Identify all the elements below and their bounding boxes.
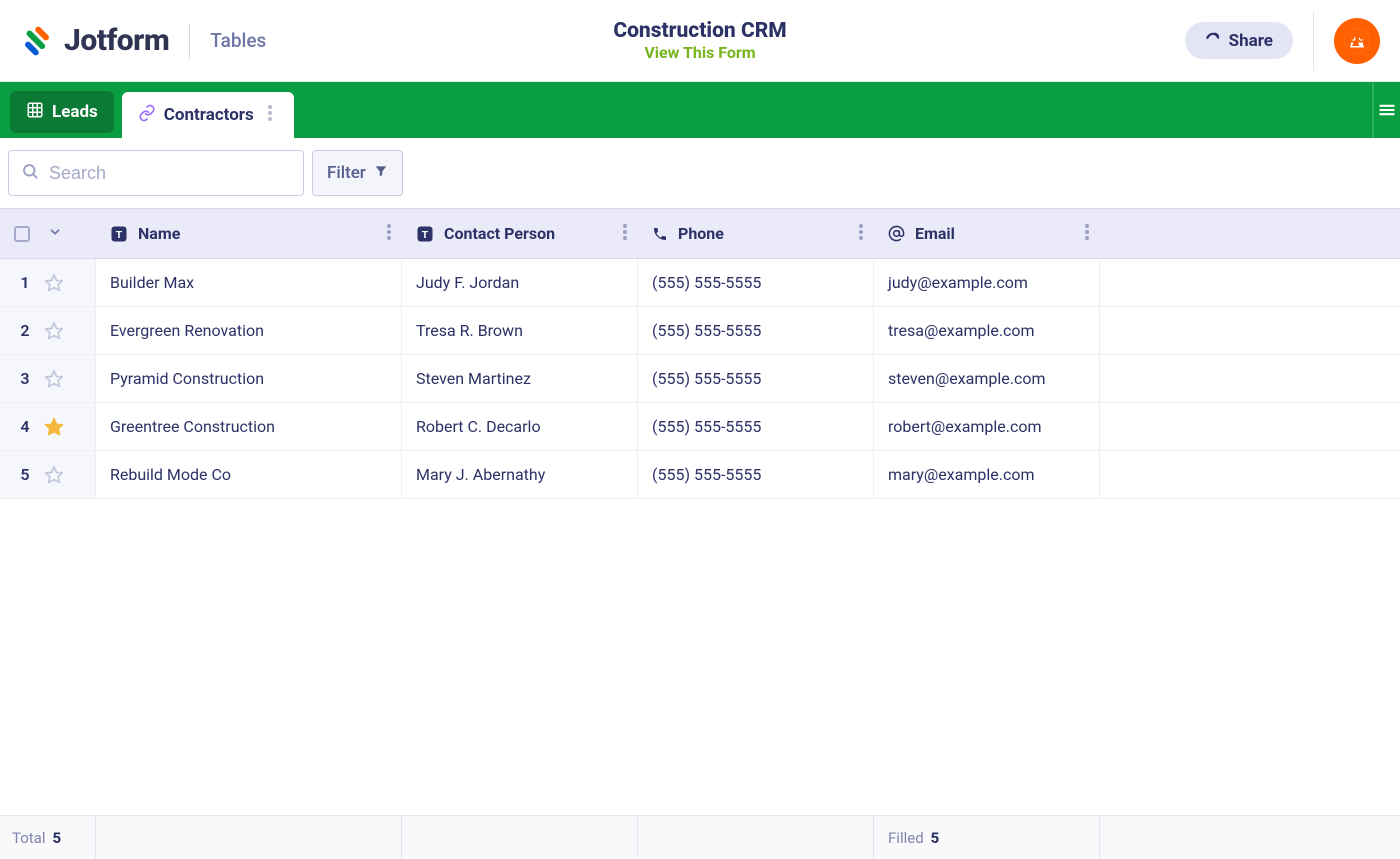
- row-number: 2: [18, 321, 32, 340]
- share-icon: [1205, 30, 1221, 51]
- table-row[interactable]: 5 Rebuild Mode CoMary J. Abernathy(555) 5…: [0, 451, 1400, 499]
- svg-text:T: T: [116, 228, 123, 240]
- column-header-phone[interactable]: Phone: [638, 209, 874, 258]
- footer-total: Total 5: [0, 816, 96, 859]
- tab-label: Contractors: [164, 105, 254, 125]
- cell-email[interactable]: steven@example.com: [874, 355, 1100, 402]
- jotform-logo-icon: [20, 24, 54, 58]
- data-table: T Name T Contact Person Phone Email: [0, 208, 1400, 499]
- column-more-icon[interactable]: [623, 224, 627, 244]
- tabs-bar: Leads Contractors: [0, 82, 1400, 138]
- phone-icon: [652, 226, 668, 242]
- star-icon[interactable]: [44, 273, 64, 293]
- tab-contractors[interactable]: Contractors: [122, 92, 294, 138]
- link-icon: [138, 104, 156, 127]
- cell-email[interactable]: tresa@example.com: [874, 307, 1100, 354]
- select-dropdown-icon[interactable]: [48, 224, 62, 243]
- filter-icon: [374, 163, 388, 183]
- cell-email[interactable]: judy@example.com: [874, 259, 1100, 306]
- table-row[interactable]: 1 Builder MaxJudy F. Jordan(555) 555-5555…: [0, 259, 1400, 307]
- table-row[interactable]: 4 Greentree ConstructionRobert C. Decarlo…: [0, 403, 1400, 451]
- row-number: 3: [18, 369, 32, 388]
- cell-contact[interactable]: Steven Martinez: [402, 355, 638, 402]
- brand-name: Jotform: [64, 23, 169, 58]
- page-title[interactable]: Construction CRM: [613, 19, 786, 43]
- cell-name[interactable]: Greentree Construction: [96, 403, 402, 450]
- text-type-icon: T: [110, 225, 128, 243]
- header-center: Construction CRM View This Form: [613, 19, 786, 62]
- toolbar: Filter: [0, 138, 1400, 208]
- filter-label: Filter: [327, 163, 366, 183]
- select-all-checkbox[interactable]: [14, 226, 30, 242]
- tab-more-icon[interactable]: [262, 105, 278, 126]
- cell-email[interactable]: mary@example.com: [874, 451, 1100, 498]
- column-more-icon[interactable]: [859, 224, 863, 244]
- cell-phone[interactable]: (555) 555-5555: [638, 307, 874, 354]
- cell-phone[interactable]: (555) 555-5555: [638, 451, 874, 498]
- text-type-icon: T: [416, 225, 434, 243]
- row-number: 1: [18, 273, 32, 292]
- view-form-link[interactable]: View This Form: [613, 43, 786, 62]
- grid-icon: [26, 101, 44, 124]
- star-icon[interactable]: [44, 369, 64, 389]
- app-header: Jotform Tables Construction CRM View Thi…: [0, 0, 1400, 82]
- row-number: 4: [18, 417, 32, 436]
- cell-phone[interactable]: (555) 555-5555: [638, 403, 874, 450]
- filter-button[interactable]: Filter: [312, 150, 403, 196]
- tab-label: Leads: [52, 102, 98, 122]
- section-label[interactable]: Tables: [210, 29, 266, 52]
- column-more-icon[interactable]: [387, 224, 391, 244]
- cell-name[interactable]: Builder Max: [96, 259, 402, 306]
- column-more-icon[interactable]: [1085, 224, 1089, 244]
- footer-filled: Filled 5: [874, 816, 1100, 859]
- table-header: T Name T Contact Person Phone Email: [0, 209, 1400, 259]
- share-label: Share: [1229, 31, 1273, 51]
- star-icon[interactable]: [44, 321, 64, 341]
- table-row[interactable]: 3 Pyramid ConstructionSteven Martinez(555…: [0, 355, 1400, 403]
- search-input-wrap[interactable]: [8, 150, 304, 196]
- table-footer: Total 5 Filled 5: [0, 815, 1400, 859]
- cell-name[interactable]: Pyramid Construction: [96, 355, 402, 402]
- cell-phone[interactable]: (555) 555-5555: [638, 355, 874, 402]
- cell-contact[interactable]: Judy F. Jordan: [402, 259, 638, 306]
- svg-text:T: T: [422, 228, 429, 240]
- share-button[interactable]: Share: [1185, 22, 1293, 59]
- logo-block[interactable]: Jotform: [20, 23, 169, 58]
- cell-name[interactable]: Rebuild Mode Co: [96, 451, 402, 498]
- star-icon[interactable]: [44, 465, 64, 485]
- avatar[interactable]: [1334, 18, 1380, 64]
- tab-leads[interactable]: Leads: [10, 91, 114, 133]
- cell-contact[interactable]: Mary J. Abernathy: [402, 451, 638, 498]
- at-sign-icon: [888, 225, 905, 242]
- cell-contact[interactable]: Tresa R. Brown: [402, 307, 638, 354]
- divider: [1313, 11, 1314, 71]
- search-input[interactable]: [49, 163, 291, 184]
- search-icon: [21, 162, 39, 184]
- star-icon[interactable]: [44, 417, 64, 437]
- column-header-contact[interactable]: T Contact Person: [402, 209, 638, 258]
- cell-email[interactable]: robert@example.com: [874, 403, 1100, 450]
- column-header-name[interactable]: T Name: [96, 209, 402, 258]
- cell-name[interactable]: Evergreen Renovation: [96, 307, 402, 354]
- cell-phone[interactable]: (555) 555-5555: [638, 259, 874, 306]
- divider: [189, 23, 190, 59]
- cell-contact[interactable]: Robert C. Decarlo: [402, 403, 638, 450]
- table-row[interactable]: 2 Evergreen RenovationTresa R. Brown(555)…: [0, 307, 1400, 355]
- column-header-email[interactable]: Email: [874, 209, 1100, 258]
- row-number: 5: [18, 465, 32, 484]
- sidebar-toggle[interactable]: [1372, 82, 1400, 138]
